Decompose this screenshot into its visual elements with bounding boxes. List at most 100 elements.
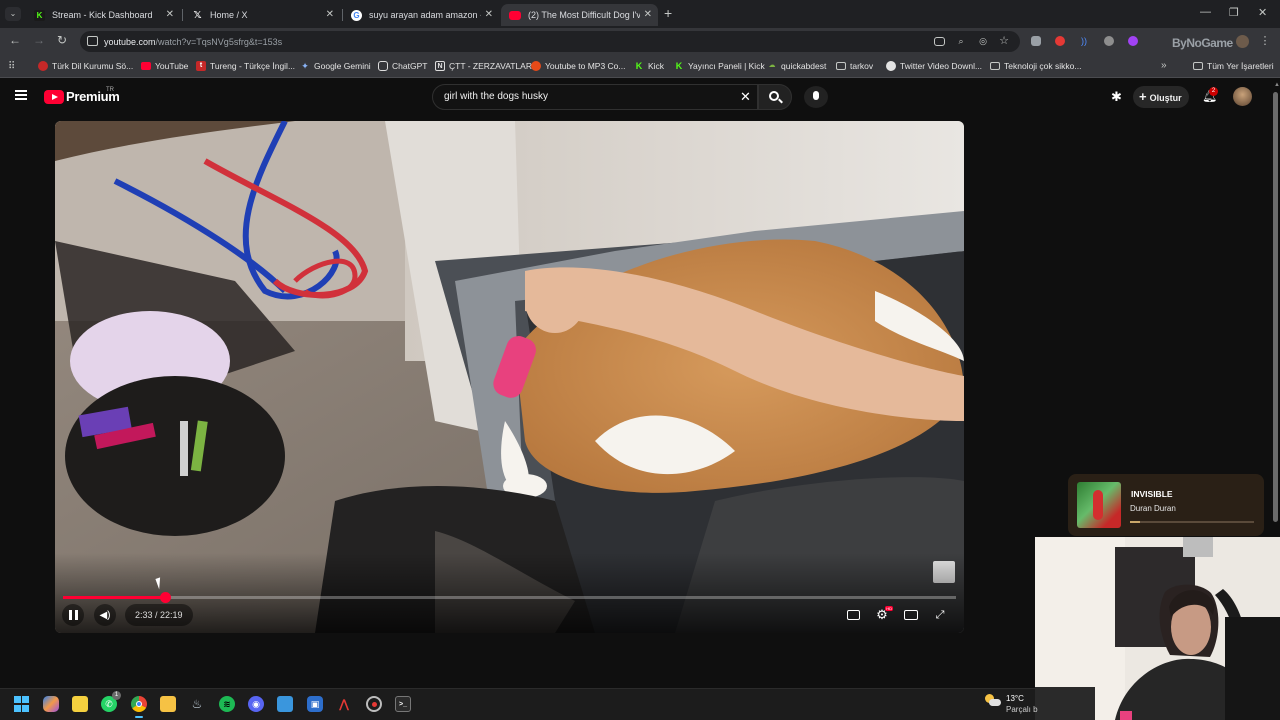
subtitles-button[interactable] (842, 604, 864, 626)
extension-red-icon[interactable] (1055, 36, 1065, 46)
bookmark-folder-tarkov[interactable]: tarkov (836, 61, 873, 71)
bookmark-twitter-downloader[interactable]: Twitter Video Downl... (886, 61, 982, 71)
bookmark-label: Youtube to MP3 Co... (545, 61, 626, 71)
tab-home-x[interactable]: 𝕏 Home / X ✕ (184, 4, 340, 26)
tab-kick-dashboard[interactable]: K Stream - Kick Dashboard ✕ (26, 4, 180, 26)
close-tab-icon[interactable]: ✕ (166, 9, 174, 20)
file-explorer-icon[interactable] (160, 696, 176, 712)
voice-search-button[interactable] (804, 86, 828, 108)
chrome-icon[interactable] (131, 696, 147, 712)
extension-icon[interactable] (1031, 36, 1041, 46)
tab-youtube-video[interactable]: (2) The Most Difficult Dog I've ✕ (501, 4, 658, 26)
terminal-icon[interactable]: >_ (395, 696, 411, 712)
bookmark-chatgpt[interactable]: ChatGPT (378, 61, 427, 71)
active-app-indicator (135, 716, 143, 718)
tab-google-search[interactable]: G suyu arayan adam amazon - Gö ✕ (343, 4, 499, 26)
bookmark-label: ChatGPT (392, 61, 428, 71)
downloader-icon (886, 61, 896, 71)
bookmark-kick-dashboard[interactable]: K Yayıncı Paneli | Kick (674, 61, 765, 71)
bookmark-tdk[interactable]: Türk Dil Kurumu Sö... (38, 61, 133, 71)
bookmark-youtube[interactable]: YouTube (141, 61, 188, 71)
weather-icon[interactable] (985, 694, 1001, 708)
mute-button[interactable]: ◀︎) (94, 604, 116, 626)
close-tab-icon[interactable]: ✕ (644, 9, 652, 20)
new-tab-button[interactable]: + (664, 5, 672, 21)
extension-gray-icon[interactable] (1104, 36, 1114, 46)
webcam-overlay (1035, 537, 1280, 720)
steam-icon[interactable]: ♨ (189, 696, 205, 712)
discord-icon[interactable]: ◉ (248, 696, 264, 712)
bookmark-label: Tureng - Türkçe İngil... (210, 61, 296, 71)
url-text: youtube.com/watch?v=TqsNVg5sfrg&t=153s (104, 37, 282, 47)
bookmark-kick[interactable]: K Kick (634, 61, 664, 71)
notification-count-badge: 2 (1209, 87, 1218, 96)
forward-icon[interactable]: → (33, 33, 45, 47)
bookmark-label: Twitter Video Downl... (900, 61, 983, 71)
close-window-button[interactable]: ✕ (1258, 6, 1267, 19)
guide-menu-icon[interactable] (15, 90, 27, 100)
tracking-protection-icon[interactable]: ◎ (977, 35, 989, 47)
folder-icon (1193, 62, 1203, 70)
bookmark-quickabdest[interactable]: ☁ quickabdest (767, 61, 827, 71)
app-window-icon[interactable] (277, 696, 293, 712)
all-bookmarks-folder[interactable]: Tüm Yer İşaretleri (1193, 61, 1274, 71)
extension-audio-icon[interactable]: )) (1078, 35, 1090, 47)
bookmark-gemini[interactable]: ✦ Google Gemini (300, 61, 371, 71)
pause-button[interactable] (62, 604, 84, 626)
mp3-converter-icon (531, 61, 541, 71)
back-icon[interactable]: ← (9, 33, 21, 47)
bookmark-label: Yayıncı Paneli | Kick (688, 61, 765, 71)
reload-icon[interactable]: ↻ (57, 33, 67, 47)
tureng-icon: t (196, 61, 206, 71)
install-app-icon[interactable] (934, 37, 945, 46)
apps-grid-icon[interactable]: ⠿ (8, 61, 15, 72)
close-tab-icon[interactable]: ✕ (485, 9, 493, 20)
bookmark-label: quickabdest (781, 61, 827, 71)
bookmark-label: Tüm Yer İşaretleri (1207, 61, 1274, 71)
youtube-logo-icon[interactable] (44, 90, 64, 104)
extension-purple-icon[interactable] (1128, 36, 1138, 46)
fullscreen-button[interactable]: ⤢ (929, 604, 951, 626)
video-player[interactable]: ◀︎) 2:33 / 22:19 ⚙︎ HD ⤢ (55, 121, 964, 633)
bookmark-star-icon[interactable]: ☆ (998, 35, 1010, 47)
sticky-notes-icon[interactable] (72, 696, 88, 712)
url-host: youtube.com (104, 37, 156, 47)
bookmark-label: Kick (648, 61, 665, 71)
album-art (1077, 482, 1121, 528)
site-info-icon[interactable] (87, 36, 98, 46)
theater-icon (904, 610, 918, 620)
clear-search-icon[interactable]: ✕ (740, 89, 751, 105)
bookmark-tureng[interactable]: t Tureng - Türkçe İngil... (196, 61, 295, 71)
zoom-icon[interactable]: ⌕ (955, 35, 967, 47)
bookmark-label: Türk Dil Kurumu Sö... (52, 61, 134, 71)
bookmarks-overflow-icon[interactable]: » (1161, 60, 1167, 71)
recording-app-icon[interactable] (366, 696, 382, 712)
settings-button[interactable]: ⚙︎ HD (871, 604, 893, 626)
controller-app-icon[interactable]: ▣ (307, 696, 323, 712)
bookmark-youtube-mp3[interactable]: Youtube to MP3 Co... (531, 61, 626, 71)
progress-bar[interactable] (63, 592, 956, 603)
scrollbar-thumb[interactable] (1273, 92, 1278, 522)
tab-search-button[interactable]: ⌄ (5, 7, 21, 21)
copilot-icon[interactable] (43, 696, 59, 712)
close-tab-icon[interactable]: ✕ (326, 9, 334, 20)
bookmark-ctt[interactable]: N ÇTT - ZERZAVATLAR (435, 61, 532, 71)
extension-gear-icon[interactable]: ✱ (1111, 89, 1122, 105)
account-avatar[interactable] (1233, 87, 1252, 106)
start-windows-icon[interactable] (13, 696, 29, 712)
create-button[interactable]: + Oluştur (1133, 86, 1189, 108)
scrubber-handle[interactable] (159, 592, 171, 603)
page-scrollbar[interactable]: ▲ (1271, 82, 1280, 534)
spotify-icon[interactable]: ≋ (219, 696, 235, 712)
chrome-menu-icon[interactable]: ⋮ (1259, 35, 1271, 47)
profile-avatar[interactable] (1236, 35, 1249, 48)
restore-button[interactable]: ❐ (1229, 6, 1239, 19)
bookmark-folder-teknoloji[interactable]: Teknoloji çok sikko... (990, 61, 1081, 71)
search-button[interactable] (758, 84, 792, 110)
windows-taskbar (0, 688, 1035, 720)
bookmark-label: Google Gemini (314, 61, 371, 71)
minimize-button[interactable]: — (1200, 6, 1211, 18)
bookmark-label: tarkov (850, 61, 874, 71)
theater-mode-button[interactable] (900, 604, 922, 626)
acrobat-icon[interactable]: ⋀ (336, 696, 352, 712)
